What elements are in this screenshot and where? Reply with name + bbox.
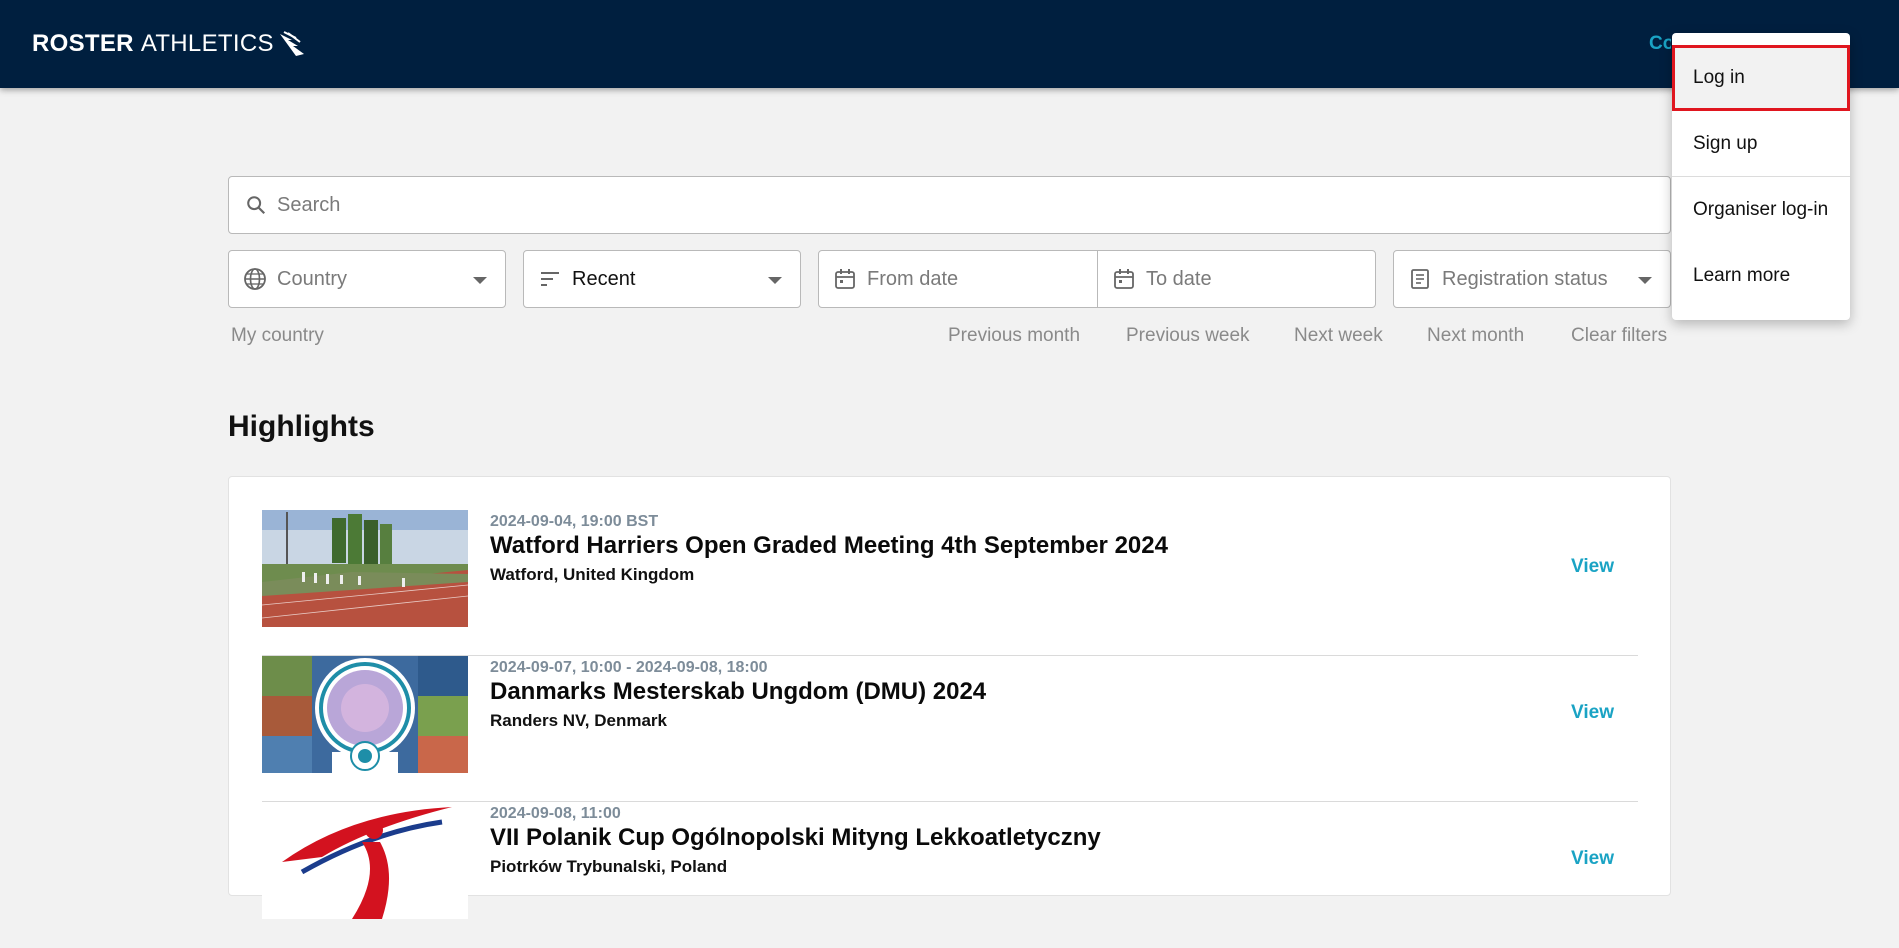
event-thumbnail[interactable]	[262, 656, 468, 773]
search-input[interactable]	[277, 193, 1627, 217]
sort-icon	[538, 267, 562, 291]
sort-select-value: Recent	[572, 267, 636, 290]
wing-icon	[279, 31, 304, 56]
menu-item-sign-up[interactable]: Sign up	[1672, 111, 1850, 177]
from-date-placeholder: From date	[867, 267, 959, 290]
next-month-link[interactable]: Next month	[1427, 325, 1524, 347]
chevron-down-icon	[1638, 277, 1652, 284]
logo-light-text: ATHLETICS	[140, 30, 274, 57]
event-location: Randers NV, Denmark	[490, 711, 668, 730]
menu-item-learn-more[interactable]: Learn more	[1672, 243, 1850, 309]
logo-bold-text: ROSTER	[32, 30, 134, 57]
event-location: Piotrków Trybunalski, Poland	[490, 857, 728, 876]
event-date: 2024-09-08, 11:00	[490, 805, 621, 822]
sort-select[interactable]: Recent	[523, 250, 801, 308]
to-date-placeholder: To date	[1146, 267, 1212, 290]
event-thumbnail[interactable]	[262, 510, 468, 627]
event-row[interactable]: 2024-09-04, 19:00 BST Watford Harriers O…	[262, 510, 1638, 656]
event-date: 2024-09-07, 10:00 - 2024-09-08, 18:00	[490, 659, 768, 676]
search-bar[interactable]	[228, 176, 1671, 234]
top-navigation-bar: ROSTER ATHLETICS Co	[0, 0, 1899, 88]
event-row[interactable]: 2024-09-08, 11:00 VII Polanik Cup Ogólno…	[262, 802, 1638, 948]
document-icon	[1408, 267, 1432, 291]
next-week-link[interactable]: Next week	[1294, 325, 1383, 347]
chevron-down-icon	[768, 277, 782, 284]
calendar-icon	[1112, 267, 1136, 291]
previous-week-link[interactable]: Previous week	[1126, 325, 1250, 347]
event-name[interactable]: VII Polanik Cup Ogólnopolski Mityng Lekk…	[490, 824, 1101, 852]
clear-filters-link[interactable]: Clear filters	[1571, 325, 1667, 347]
country-select[interactable]: Country	[228, 250, 506, 308]
highlights-heading: Highlights	[228, 410, 375, 443]
country-select-label: Country	[277, 267, 348, 290]
chevron-down-icon	[473, 277, 487, 284]
event-name[interactable]: Watford Harriers Open Graded Meeting 4th…	[490, 532, 1168, 560]
view-event-link[interactable]: View	[1571, 702, 1614, 724]
event-thumbnail[interactable]	[262, 802, 468, 919]
to-date-field[interactable]: To date	[1097, 251, 1375, 307]
event-name[interactable]: Danmarks Mesterskab Ungdom (DMU) 2024	[490, 678, 986, 706]
event-row[interactable]: 2024-09-07, 10:00 - 2024-09-08, 18:00 Da…	[262, 656, 1638, 802]
account-dropdown-menu: Log in Sign up Organiser log-in Learn mo…	[1672, 33, 1850, 320]
my-country-link[interactable]: My country	[231, 325, 324, 347]
highlights-card: 2024-09-04, 19:00 BST Watford Harriers O…	[228, 476, 1671, 919]
event-location: Watford, United Kingdom	[490, 565, 695, 584]
menu-item-log-in[interactable]: Log in	[1672, 45, 1850, 111]
from-date-field[interactable]: From date	[819, 251, 1097, 307]
previous-month-link[interactable]: Previous month	[948, 325, 1080, 347]
registration-status-label: Registration status	[1442, 267, 1608, 290]
event-date: 2024-09-04, 19:00 BST	[490, 513, 659, 530]
view-event-link[interactable]: View	[1571, 556, 1614, 578]
roster-athletics-logo[interactable]: ROSTER ATHLETICS	[32, 30, 308, 58]
view-event-link[interactable]: View	[1571, 848, 1614, 870]
registration-status-select[interactable]: Registration status	[1393, 250, 1671, 308]
menu-item-organiser-log-in[interactable]: Organiser log-in	[1672, 177, 1850, 243]
header-nav-link[interactable]: Co	[1649, 33, 1671, 55]
search-icon	[245, 194, 267, 216]
calendar-icon	[833, 267, 857, 291]
date-range-picker: From date To date	[818, 250, 1376, 308]
globe-icon	[243, 267, 267, 291]
